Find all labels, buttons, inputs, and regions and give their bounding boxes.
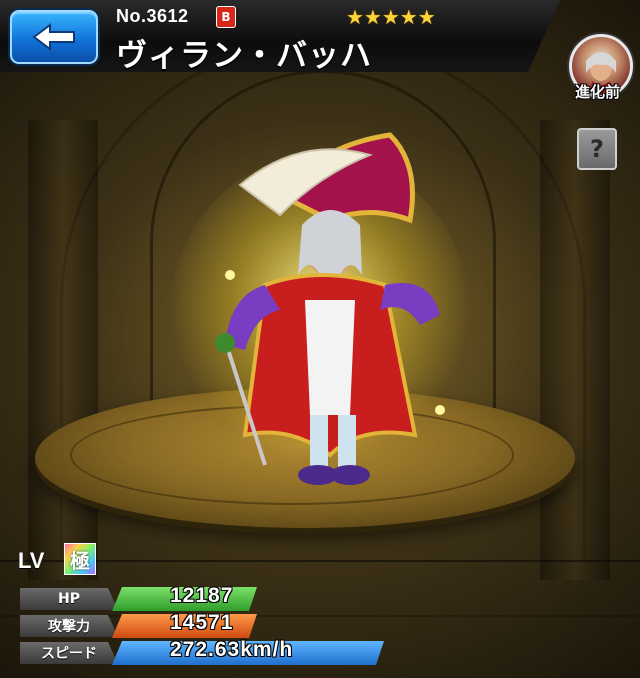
speed-label: スピード [20,642,118,664]
hp-label: HP [20,588,118,610]
level-max-badge: 極 [64,543,96,575]
help-button[interactable]: ? [577,128,617,170]
level-label: LV [18,548,45,573]
speed-value: 272.63km/h [170,638,294,661]
back-button[interactable] [10,10,98,64]
left-pillar [28,120,98,580]
right-pillar [540,120,610,580]
attack-label: 攻撃力 [20,615,118,637]
monster-name: ヴィラン・バッハ [116,38,372,74]
monster-number: No.3612 [116,6,189,26]
evolution-label: 進化前 [575,83,621,101]
element-badge-icon: B [216,6,236,28]
character-illustration [170,132,470,485]
rarity-stars: ★★★★★ [346,5,436,29]
hp-value: 12187 [170,584,234,607]
question-icon: ? [590,135,604,163]
attack-value: 14571 [170,611,234,634]
floor-line [0,560,640,562]
back-arrow-icon [32,23,75,51]
